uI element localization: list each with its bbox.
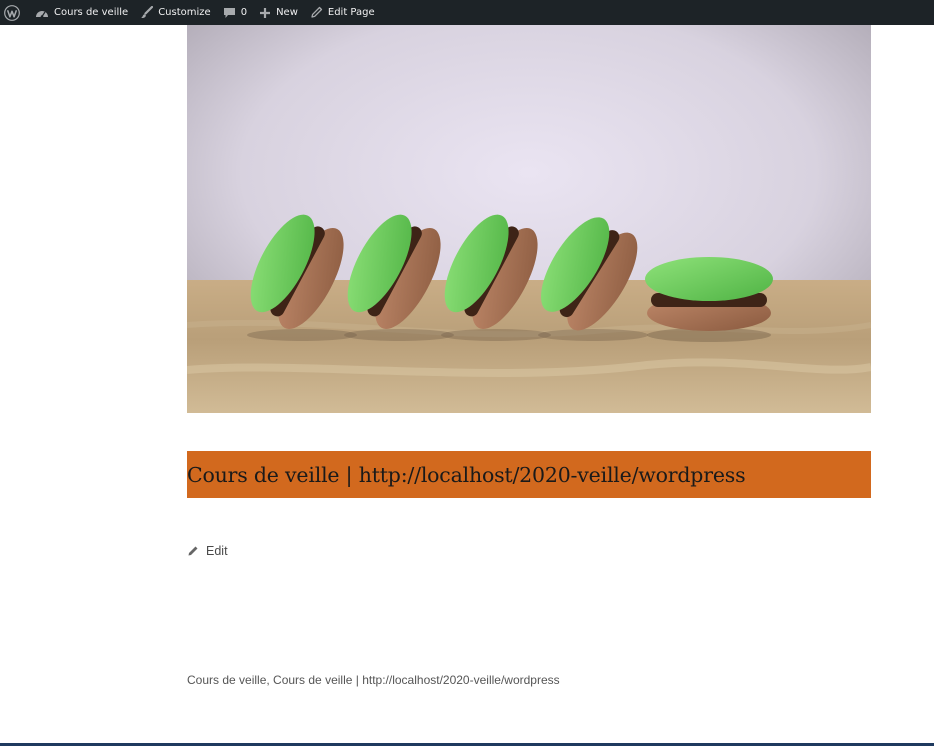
site-name-menu[interactable]: Cours de veille (31, 0, 134, 25)
site-name-label: Cours de veille (54, 7, 129, 18)
plus-icon (259, 7, 271, 19)
dashboard-icon (35, 7, 49, 19)
wordpress-logo-icon (4, 4, 20, 21)
pencil-icon (187, 545, 199, 557)
paintbrush-icon (140, 6, 154, 19)
page-title: Cours de veille | http://localhost/2020-… (187, 462, 746, 487)
site-footer-text: Cours de veille, Cours de veille | http:… (187, 673, 560, 687)
edit-label: Edit (206, 544, 228, 558)
comments-link[interactable]: 0 (217, 0, 253, 25)
page-title-banner: Cours de veille | http://localhost/2020-… (187, 451, 871, 498)
edit-link[interactable]: Edit (187, 544, 228, 558)
new-label: New (276, 7, 298, 18)
macarons-illustration (187, 25, 871, 413)
pencil-icon (310, 6, 323, 19)
customize-link[interactable]: Customize (134, 0, 217, 25)
comments-count: 0 (240, 7, 248, 18)
wordpress-menu[interactable] (0, 0, 31, 25)
comment-bubble-icon (223, 7, 236, 19)
new-content-menu[interactable]: New (253, 0, 304, 25)
admin-bar: Cours de veille Customize 0 New Edit Pag… (0, 0, 934, 25)
edit-page-link[interactable]: Edit Page (304, 0, 381, 25)
customize-label: Customize (158, 7, 211, 18)
featured-image (187, 25, 871, 413)
edit-page-label: Edit Page (327, 7, 375, 18)
